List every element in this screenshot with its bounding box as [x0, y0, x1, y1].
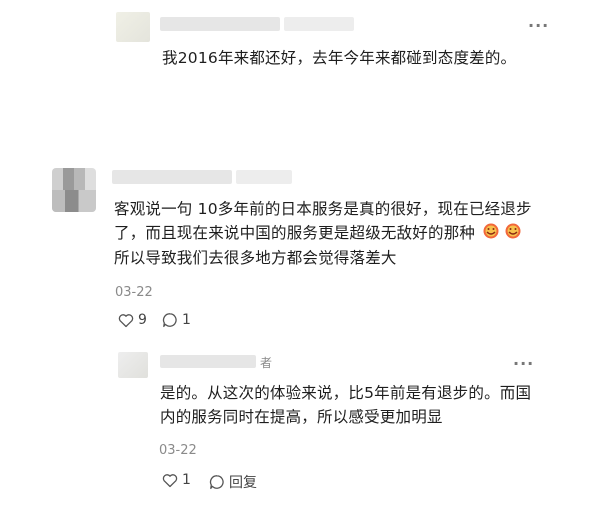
heart-icon	[118, 313, 134, 327]
comment-text-tail: 所以导致我们去很多地方都会觉得落差大	[114, 249, 397, 267]
avatar[interactable]	[118, 352, 148, 378]
comment-bubble-icon	[209, 475, 224, 490]
laughing-emoji-icon	[482, 221, 500, 246]
like-button[interactable]: 9	[118, 312, 147, 328]
comment-text: 我2016年来都还好，去年今年来都碰到态度差的。	[162, 49, 517, 67]
more-options-button[interactable]: ···	[528, 16, 549, 35]
like-count: 9	[138, 312, 147, 328]
laughing-emoji-icon	[504, 221, 522, 246]
comment-bubble-icon	[162, 313, 177, 328]
username-blurred-extra	[284, 17, 354, 31]
reply-label: 回复	[229, 475, 257, 491]
heart-icon	[162, 473, 178, 487]
username-blurred[interactable]	[160, 355, 256, 368]
comment-text-main: 客观说一句 10多年前的日本服务是真的很好，现在已经退步了，而且现在来说中国的服…	[114, 200, 532, 242]
username-blurred[interactable]	[112, 170, 232, 184]
reply-text: 是的。从这次的体验来说，比5年前是有退步的。而国内的服务同时在提高，所以感受更加…	[160, 384, 532, 426]
avatar[interactable]	[52, 168, 96, 212]
reply-button[interactable]: 回复	[209, 472, 257, 492]
more-options-button[interactable]: ···	[513, 354, 534, 373]
username-suffix: 者	[260, 356, 273, 370]
like-count: 1	[182, 472, 191, 488]
avatar[interactable]	[116, 12, 150, 42]
comment-date: 03-22	[115, 285, 153, 300]
username-blurred[interactable]	[160, 17, 280, 31]
reply-count: 1	[182, 312, 191, 328]
comment-text: 客观说一句 10多年前的日本服务是真的很好，现在已经退步了，而且现在来说中国的服…	[114, 197, 544, 270]
reply-date: 03-22	[159, 443, 197, 458]
like-button[interactable]: 1	[162, 472, 191, 488]
reply-count-button[interactable]: 1	[162, 312, 191, 328]
username-blurred-extra	[236, 170, 292, 184]
